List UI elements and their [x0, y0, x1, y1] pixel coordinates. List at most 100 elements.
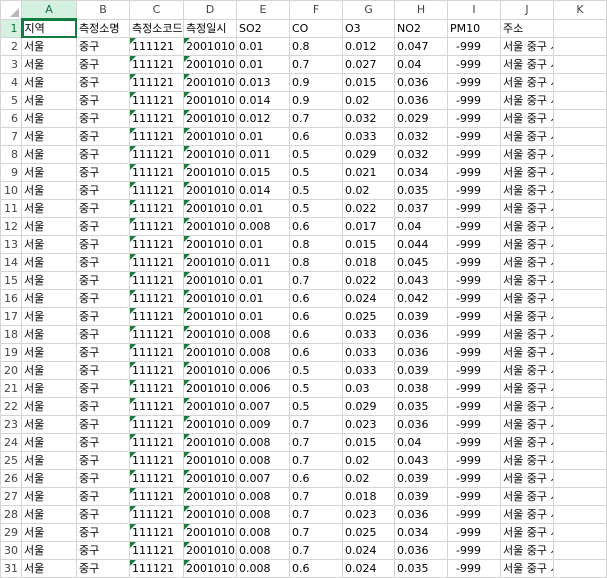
- cell-j[interactable]: 서울 중구 서소문동: [500, 199, 554, 218]
- cell-i[interactable]: -999: [447, 181, 501, 200]
- cell-h[interactable]: 0.032: [394, 127, 448, 146]
- cell-h[interactable]: 0.039: [394, 307, 448, 326]
- cell-j[interactable]: 서울 중구 서소문동: [500, 145, 554, 164]
- header-cell-f[interactable]: CO: [289, 18, 343, 38]
- cell-h[interactable]: 0.036: [394, 343, 448, 362]
- error-indicator-icon[interactable]: [130, 560, 136, 566]
- cell-j[interactable]: 서울 중구 서소문동: [500, 127, 554, 146]
- cell-a[interactable]: 서울: [21, 397, 77, 416]
- cell-f[interactable]: 0.5: [289, 181, 343, 200]
- column-header-b[interactable]: B: [76, 0, 130, 20]
- cell-a[interactable]: 서울: [21, 181, 77, 200]
- row-header[interactable]: 19: [0, 343, 22, 362]
- cell-g[interactable]: 0.033: [342, 127, 395, 146]
- cell-f[interactable]: 0.6: [289, 289, 343, 308]
- cell-a[interactable]: 서울: [21, 379, 77, 398]
- cell-j[interactable]: 서울 중구 서소문동: [500, 181, 554, 200]
- cell-b[interactable]: 중구: [76, 505, 130, 524]
- cell-g[interactable]: 0.022: [342, 271, 395, 290]
- cell-g[interactable]: 0.018: [342, 253, 395, 272]
- cell-k[interactable]: [553, 541, 607, 560]
- cell-e[interactable]: 0.009: [236, 415, 290, 434]
- cell-d[interactable]: 20010101: [183, 109, 237, 128]
- cell-d[interactable]: 20010101: [183, 235, 237, 254]
- cell-e[interactable]: 0.014: [236, 181, 290, 200]
- cell-c[interactable]: 111121: [129, 505, 184, 524]
- cell-c[interactable]: 111121: [129, 235, 184, 254]
- cell-c[interactable]: 111121: [129, 289, 184, 308]
- cell-d[interactable]: 20010101: [183, 163, 237, 182]
- cell-h[interactable]: 0.039: [394, 361, 448, 380]
- column-header-k[interactable]: K: [553, 0, 607, 20]
- column-header-c[interactable]: C: [129, 0, 184, 20]
- cell-f[interactable]: 0.7: [289, 271, 343, 290]
- cell-h[interactable]: 0.036: [394, 325, 448, 344]
- cell-g[interactable]: 0.025: [342, 307, 395, 326]
- cell-b[interactable]: 중구: [76, 271, 130, 290]
- cell-e[interactable]: 0.008: [236, 541, 290, 560]
- cell-k[interactable]: [553, 91, 607, 110]
- cell-g[interactable]: 0.027: [342, 55, 395, 74]
- cell-d[interactable]: 20010101: [183, 433, 237, 452]
- cell-e[interactable]: 0.01: [236, 289, 290, 308]
- cell-f[interactable]: 0.6: [289, 127, 343, 146]
- row-header[interactable]: 3: [0, 55, 22, 74]
- error-indicator-icon[interactable]: [130, 236, 136, 242]
- cell-c[interactable]: 111121: [129, 199, 184, 218]
- cell-g[interactable]: 0.033: [342, 343, 395, 362]
- cell-b[interactable]: 중구: [76, 37, 130, 56]
- cell-j[interactable]: 서울 중구 서소문동: [500, 343, 554, 362]
- cell-h[interactable]: 0.036: [394, 505, 448, 524]
- cell-j[interactable]: 서울 중구 서소문동: [500, 451, 554, 470]
- cell-c[interactable]: 111121: [129, 145, 184, 164]
- cell-i[interactable]: -999: [447, 145, 501, 164]
- cell-k[interactable]: [553, 235, 607, 254]
- cell-c[interactable]: 111121: [129, 451, 184, 470]
- cell-c[interactable]: 111121: [129, 217, 184, 236]
- cell-a[interactable]: 서울: [21, 271, 77, 290]
- cell-i[interactable]: -999: [447, 253, 501, 272]
- cell-i[interactable]: -999: [447, 271, 501, 290]
- cell-k[interactable]: [553, 433, 607, 452]
- cell-d[interactable]: 20010101: [183, 379, 237, 398]
- row-header[interactable]: 10: [0, 181, 22, 200]
- cell-g[interactable]: 0.033: [342, 325, 395, 344]
- cell-h[interactable]: 0.04: [394, 217, 448, 236]
- row-header[interactable]: 21: [0, 379, 22, 398]
- cell-e[interactable]: 0.008: [236, 433, 290, 452]
- error-indicator-icon[interactable]: [130, 506, 136, 512]
- cell-b[interactable]: 중구: [76, 199, 130, 218]
- cell-i[interactable]: -999: [447, 505, 501, 524]
- cell-c[interactable]: 111121: [129, 523, 184, 542]
- error-indicator-icon[interactable]: [184, 434, 190, 440]
- cell-i[interactable]: -999: [447, 307, 501, 326]
- row-header[interactable]: 31: [0, 559, 22, 578]
- cell-h[interactable]: 0.035: [394, 181, 448, 200]
- cell-f[interactable]: 0.9: [289, 91, 343, 110]
- error-indicator-icon[interactable]: [130, 398, 136, 404]
- cell-g[interactable]: 0.015: [342, 235, 395, 254]
- row-header[interactable]: 17: [0, 307, 22, 326]
- cell-j[interactable]: 서울 중구 서소문동: [500, 73, 554, 92]
- cell-e[interactable]: 0.01: [236, 127, 290, 146]
- cell-i[interactable]: -999: [447, 91, 501, 110]
- cell-j[interactable]: 서울 중구 서소문동: [500, 109, 554, 128]
- cell-b[interactable]: 중구: [76, 541, 130, 560]
- cell-j[interactable]: 서울 중구 서소문동: [500, 397, 554, 416]
- error-indicator-icon[interactable]: [184, 74, 190, 80]
- error-indicator-icon[interactable]: [184, 254, 190, 260]
- error-indicator-icon[interactable]: [130, 290, 136, 296]
- row-header[interactable]: 26: [0, 469, 22, 488]
- cell-e[interactable]: 0.01: [236, 55, 290, 74]
- cell-a[interactable]: 서울: [21, 325, 77, 344]
- cell-a[interactable]: 서울: [21, 127, 77, 146]
- cell-f[interactable]: 0.7: [289, 487, 343, 506]
- cell-i[interactable]: -999: [447, 469, 501, 488]
- row-header[interactable]: 25: [0, 451, 22, 470]
- error-indicator-icon[interactable]: [184, 110, 190, 116]
- cell-f[interactable]: 0.5: [289, 379, 343, 398]
- cell-e[interactable]: 0.008: [236, 487, 290, 506]
- cell-f[interactable]: 0.5: [289, 199, 343, 218]
- cell-d[interactable]: 20010102: [183, 541, 237, 560]
- cell-k[interactable]: [553, 199, 607, 218]
